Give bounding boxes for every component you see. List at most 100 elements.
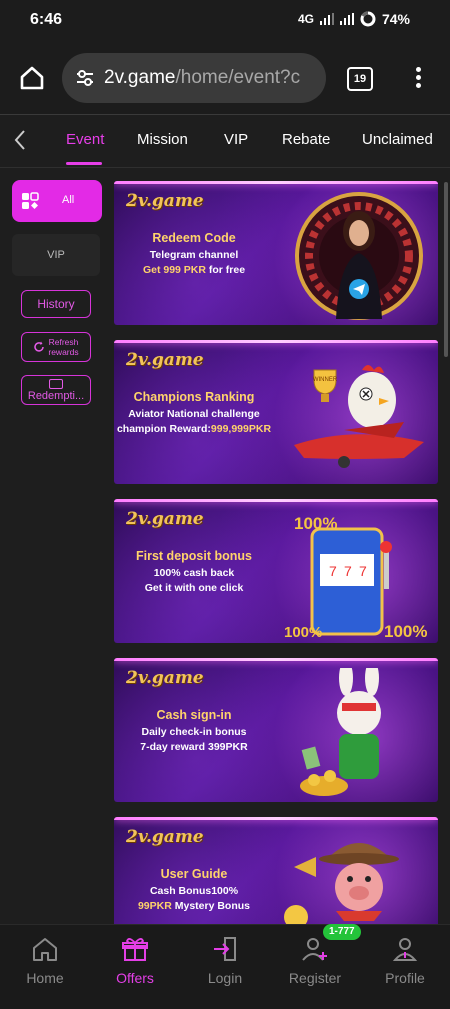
refresh-rewards-button[interactable]: Refresh rewards [21, 332, 91, 362]
event-card-first-deposit[interactable]: 2v.game First deposit bonus 100% cash ba… [114, 499, 438, 643]
event-card-redeem-code[interactable]: 2v.game Redeem Code Telegram channel Get… [114, 181, 438, 325]
url-bar[interactable]: 2v.game/home/event?c [62, 53, 326, 103]
clock: 6:46 [30, 11, 63, 28]
url-path: /home/event?c [175, 67, 301, 88]
refresh-icon [34, 341, 45, 352]
category-vip[interactable]: VIP [12, 234, 100, 276]
card-glow-edge [114, 658, 438, 661]
card-line-2: Get 999 PKR for free [114, 264, 274, 276]
nav-home[interactable]: Home [0, 925, 90, 1009]
back-chevron-icon[interactable] [10, 127, 30, 153]
card-glow-edge [114, 181, 438, 184]
svg-text:7: 7 [329, 563, 337, 579]
nav-offers-label: Offers [116, 970, 154, 986]
rabbit-art [300, 668, 381, 796]
scrollbar[interactable] [444, 182, 448, 357]
url-text: 2v.game/home/event?c [104, 67, 300, 89]
refresh-label-2: rewards [48, 347, 79, 357]
nav-profile[interactable]: Profile [360, 925, 450, 1009]
card-line-1: Cash Bonus100% [149, 885, 239, 897]
home-icon [33, 938, 57, 961]
history-button[interactable]: History [21, 290, 91, 318]
category-all[interactable]: All [12, 180, 102, 222]
signal-icon [319, 13, 334, 25]
card-glow-edge [114, 817, 438, 820]
brand-logo: 2v.game [126, 827, 204, 847]
card-line-2: 7-day reward 399PKR [114, 741, 274, 753]
card-highlight: Get 999 PKR [142, 264, 206, 276]
pig-cowboy-art [284, 843, 399, 927]
site-settings-icon[interactable] [74, 67, 96, 89]
bottom-navigation: Home Offers Login Register Profile [0, 924, 450, 1009]
card-line-2-start: champion Reward: [116, 423, 211, 435]
card-title: First deposit bonus [136, 549, 252, 563]
card-glow-edge [114, 340, 438, 343]
card-line-2: Get it with one click [114, 582, 274, 594]
event-card-champions-ranking[interactable]: 2v.game Champions Ranking Aviator Nation… [114, 340, 438, 484]
register-bonus-badge: 1-777 [323, 924, 361, 940]
tab-switcher-button[interactable]: 19 [347, 67, 373, 91]
card-line-2: 99PKR Mystery Bonus [114, 900, 274, 912]
brand-logo: 2v.game [126, 509, 204, 529]
brand-logo: 2v.game [126, 191, 204, 211]
card-title: Redeem Code [152, 231, 236, 245]
card-line-2-rest: for free [205, 264, 246, 276]
brand-logo: 2v.game [126, 668, 204, 688]
card-line-2: champion Reward:999,999PKR [114, 423, 274, 435]
roulette-host-art [295, 192, 423, 320]
nav-login-label: Login [207, 970, 243, 986]
browser-toolbar: 2v.game/home/event?c 19 [0, 40, 450, 115]
tab-event[interactable]: Event [66, 131, 104, 148]
battery-percent: 74% [381, 11, 410, 27]
status-bar: 6:46 4G 74% [0, 0, 450, 40]
grid-icon [22, 192, 39, 209]
card-highlight: 999,999PKR [210, 423, 272, 435]
card-title: Champions Ranking [133, 390, 255, 404]
battery-ring-icon [360, 11, 376, 27]
active-tab-indicator [66, 162, 102, 165]
ticket-icon [49, 378, 63, 389]
redemption-button[interactable]: Redempti... [21, 375, 91, 405]
gift-icon [122, 938, 148, 961]
nav-offers[interactable]: Offers [90, 925, 180, 1009]
tab-unclaimed[interactable]: Unclaimed [362, 131, 433, 148]
nav-login[interactable]: Login [180, 925, 270, 1009]
card-glow-edge [114, 499, 438, 502]
card-line-1: Telegram channel [149, 249, 239, 261]
chicken-plane-art: WINNER [294, 365, 424, 468]
card-line-2-rest: Mystery Bonus [171, 900, 251, 912]
network-label: 4G [297, 12, 314, 26]
browser-home-icon[interactable] [18, 64, 46, 92]
brand-logo: 2v.game [126, 350, 204, 370]
status-icons: 4G 74% [298, 11, 410, 27]
add-user-icon [302, 938, 327, 961]
tab-vip[interactable]: VIP [224, 131, 248, 148]
tab-mission[interactable]: Mission [137, 131, 188, 148]
url-host: 2v.game [104, 67, 176, 88]
nav-profile-label: Profile [385, 970, 425, 986]
trophy-text: WINNER [313, 377, 338, 383]
profile-icon [392, 938, 418, 961]
nav-register-label: Register [288, 970, 342, 986]
percent-text: 100% [294, 514, 337, 533]
card-line-1: 100% cash back [153, 567, 235, 579]
percent-text-3: 100% [384, 622, 427, 639]
card-line-1: Aviator National challenge [128, 408, 260, 420]
card-line-1: Daily check-in bonus [141, 726, 247, 738]
refresh-label-1: Refresh [48, 337, 79, 347]
event-card-user-guide[interactable]: 2v.game User Guide Cash Bonus100% 99PKR … [114, 817, 438, 927]
card-highlight: 99PKR [137, 900, 172, 912]
svg-text:7: 7 [344, 563, 352, 579]
event-tabs: Event Mission VIP Rebate Unclaimed [0, 115, 450, 168]
login-icon [214, 937, 236, 961]
event-card-cash-sign-in[interactable]: 2v.game Cash sign-in Daily check-in bonu… [114, 658, 438, 802]
signal-icon-2 [339, 13, 354, 25]
redemption-label: Redempti... [27, 389, 85, 402]
tab-rebate[interactable]: Rebate [282, 131, 330, 148]
category-all-label: All [62, 194, 75, 206]
slot-machine-art: 7 7 7 100% 100% 100% [284, 514, 427, 639]
browser-menu-icon[interactable] [413, 67, 423, 91]
card-line-2-text: 7-day reward 399PKR [140, 741, 248, 753]
nav-home-label: Home [26, 970, 64, 986]
card-title: Cash sign-in [156, 708, 232, 722]
